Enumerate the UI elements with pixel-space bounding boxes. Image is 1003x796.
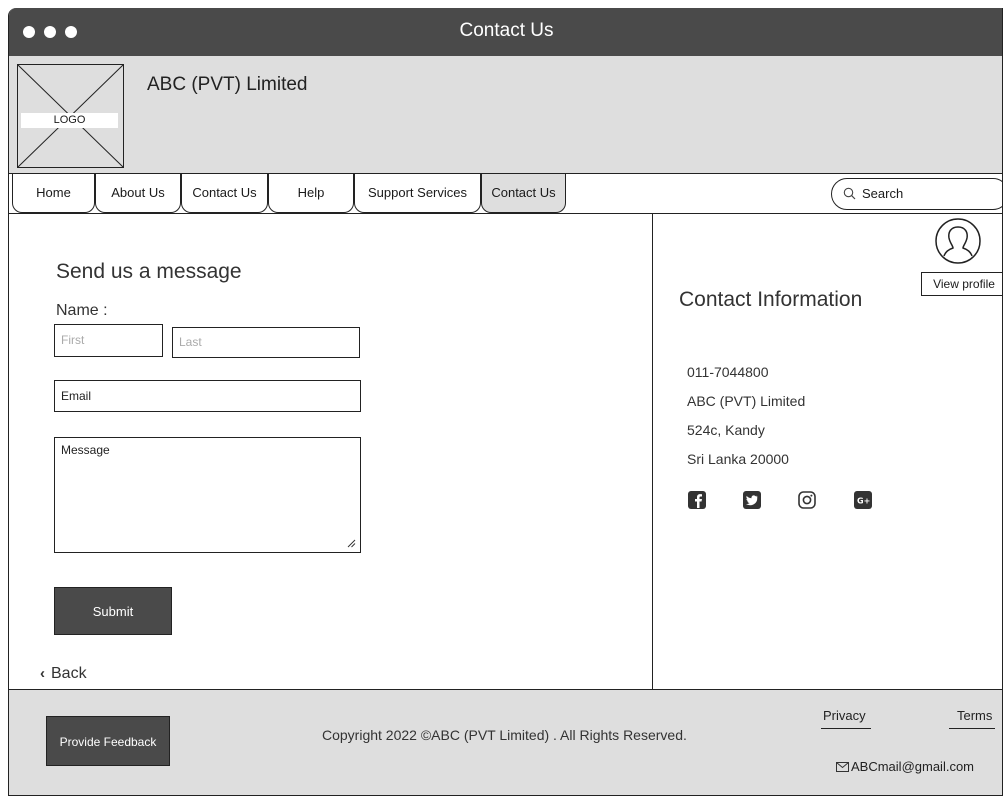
window-title: Contact Us bbox=[459, 20, 554, 41]
privacy-link[interactable]: Privacy bbox=[823, 708, 866, 723]
submit-button[interactable]: Submit bbox=[54, 587, 172, 635]
facebook-icon[interactable] bbox=[687, 490, 707, 510]
back-link[interactable]: ‹ Back bbox=[40, 665, 87, 683]
twitter-icon[interactable] bbox=[742, 490, 762, 510]
contact-info-title: Contact Information bbox=[679, 288, 863, 311]
title-bar: Contact Us bbox=[9, 8, 1002, 56]
resize-handle-icon[interactable] bbox=[346, 538, 356, 548]
terms-underline bbox=[949, 728, 995, 729]
first-name-field[interactable]: First bbox=[54, 324, 163, 357]
contact-address-line2: Sri Lanka 20000 bbox=[687, 451, 789, 467]
footer-email-text: ABCmail@gmail.com bbox=[851, 759, 974, 774]
tab-contact-us-active[interactable]: Contact Us bbox=[481, 174, 566, 213]
email-field[interactable]: Email bbox=[54, 380, 361, 412]
copyright-text: Copyright 2022 ©ABC (PVT Limited) . All … bbox=[322, 727, 687, 743]
message-field[interactable]: Message bbox=[54, 437, 361, 553]
chevron-left-icon: ‹ bbox=[40, 665, 45, 682]
name-label: Name : bbox=[56, 302, 108, 319]
message-form: Send us a message Name : First Last Emai… bbox=[9, 214, 652, 689]
tab-about-us[interactable]: About Us bbox=[95, 174, 181, 213]
logo-placeholder: LOGO bbox=[17, 64, 124, 168]
last-name-field[interactable]: Last bbox=[172, 327, 360, 358]
provide-feedback-button[interactable]: Provide Feedback bbox=[46, 716, 170, 766]
browser-window: Contact Us LOGO ABC (PVT) Limited Home A… bbox=[8, 8, 1003, 796]
tab-help[interactable]: Help bbox=[268, 174, 354, 213]
search-placeholder: Search bbox=[862, 186, 904, 201]
user-profile-icon[interactable] bbox=[934, 217, 982, 265]
main-nav: Home About Us Contact Us Help Support Se… bbox=[9, 174, 1002, 214]
tab-home[interactable]: Home bbox=[12, 174, 95, 213]
svg-text:G+: G+ bbox=[857, 497, 870, 506]
mail-icon bbox=[836, 762, 849, 772]
footer-email[interactable]: ABCmail@gmail.com bbox=[836, 759, 974, 774]
view-profile-button[interactable]: View profile bbox=[921, 272, 1002, 296]
site-footer: Provide Feedback Copyright 2022 ©ABC (PV… bbox=[9, 689, 1002, 795]
instagram-icon[interactable] bbox=[797, 490, 817, 510]
terms-link[interactable]: Terms bbox=[957, 708, 992, 723]
contact-company: ABC (PVT) Limited bbox=[687, 393, 806, 409]
tab-support-services[interactable]: Support Services bbox=[354, 174, 481, 213]
search-icon bbox=[843, 187, 856, 200]
form-title: Send us a message bbox=[56, 260, 242, 283]
logo-label: LOGO bbox=[21, 113, 118, 128]
company-name: ABC (PVT) Limited bbox=[147, 74, 308, 95]
message-label: Message bbox=[61, 443, 110, 457]
contact-info-panel: View profile Contact Information 011-704… bbox=[653, 214, 1002, 694]
back-label: Back bbox=[51, 665, 87, 682]
contact-phone: 011-7044800 bbox=[687, 364, 769, 380]
search-input[interactable]: Search bbox=[831, 178, 1002, 210]
privacy-underline bbox=[821, 728, 871, 729]
site-header: LOGO ABC (PVT) Limited bbox=[9, 56, 1002, 174]
contact-address-line1: 524c, Kandy bbox=[687, 422, 765, 438]
tab-contact-us[interactable]: Contact Us bbox=[181, 174, 268, 213]
google-plus-icon[interactable]: G+ bbox=[853, 490, 873, 510]
